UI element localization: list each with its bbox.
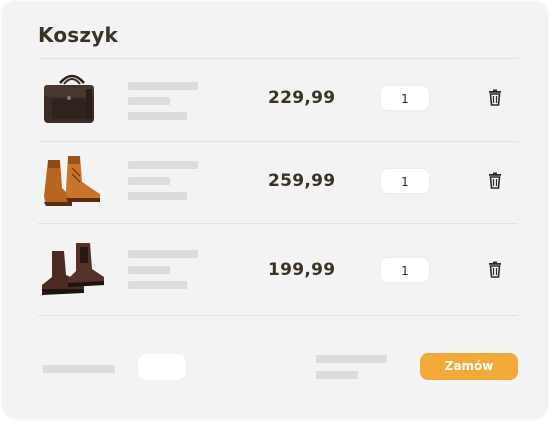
skeleton-line: [128, 192, 187, 200]
cart-panel: Koszyk 229,99 1 259,99 1 199,99 1 Zamów: [2, 1, 548, 419]
item-price: 199,99: [268, 260, 336, 280]
skeleton-line: [43, 365, 115, 373]
skeleton-line: [128, 266, 170, 274]
trash-icon[interactable]: [487, 172, 503, 190]
skeleton-line: [128, 161, 198, 169]
cart-item-row: 229,99 1: [38, 59, 518, 139]
skeleton-line: [128, 112, 187, 120]
skeleton-line: [128, 281, 187, 289]
divider: [38, 315, 518, 316]
skeleton-line: [316, 355, 387, 363]
cart-item-row: 259,99 1: [38, 142, 518, 222]
item-price: 229,99: [268, 88, 336, 108]
quantity-field[interactable]: 1: [380, 85, 430, 111]
cart-item-row: 199,99 1: [38, 231, 518, 311]
skeleton-line: [128, 97, 170, 105]
briefcase-image: [38, 65, 106, 133]
trash-icon[interactable]: [487, 89, 503, 107]
skeleton-line: [316, 371, 358, 379]
chelsea-boots-image: [38, 237, 106, 305]
coupon-input[interactable]: [138, 354, 186, 380]
skeleton-line: [128, 177, 170, 185]
divider: [38, 223, 518, 224]
boots-image: [38, 148, 106, 216]
trash-icon[interactable]: [487, 261, 503, 279]
order-button[interactable]: Zamów: [420, 353, 518, 380]
skeleton-line: [128, 82, 198, 90]
skeleton-line: [128, 250, 198, 258]
quantity-field[interactable]: 1: [380, 257, 430, 283]
cart-title: Koszyk: [38, 23, 118, 47]
item-price: 259,99: [268, 171, 336, 191]
quantity-field[interactable]: 1: [380, 168, 430, 194]
